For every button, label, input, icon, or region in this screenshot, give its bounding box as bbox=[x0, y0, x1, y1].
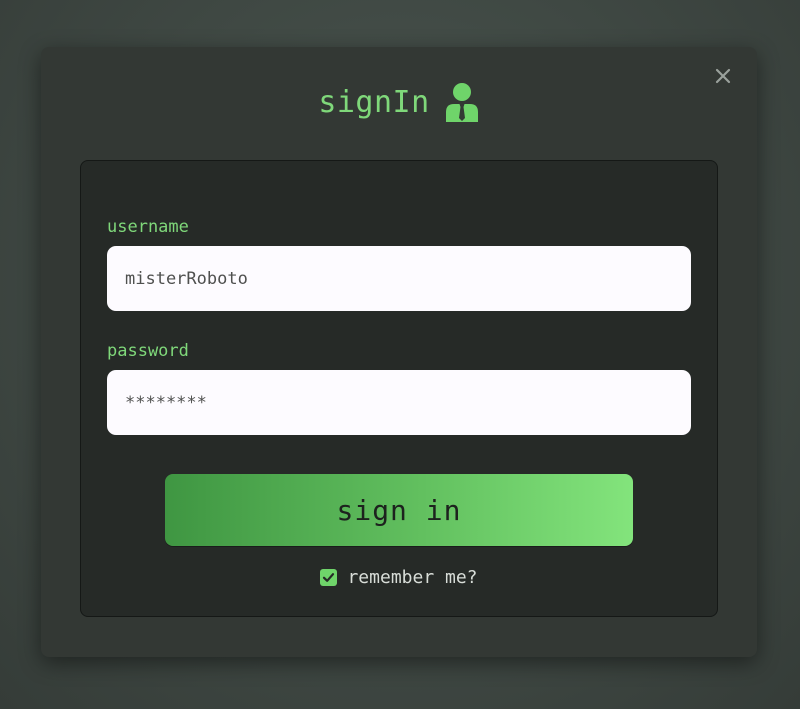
signin-form: username password sign in remember me? bbox=[80, 160, 718, 617]
remember-me-row: remember me? bbox=[81, 567, 717, 588]
signin-modal: signIn username password sign in remembe… bbox=[41, 47, 757, 657]
password-input[interactable] bbox=[107, 370, 691, 435]
modal-header: signIn bbox=[41, 79, 757, 125]
password-label: password bbox=[107, 341, 189, 361]
checkmark-icon bbox=[323, 573, 335, 582]
remember-me-label[interactable]: remember me? bbox=[347, 567, 477, 588]
sign-in-button[interactable]: sign in bbox=[165, 474, 633, 546]
username-input[interactable] bbox=[107, 246, 691, 311]
remember-me-checkbox[interactable] bbox=[320, 569, 338, 586]
username-label: username bbox=[107, 217, 189, 237]
modal-title: signIn bbox=[318, 84, 430, 120]
user-tie-icon bbox=[445, 83, 478, 122]
